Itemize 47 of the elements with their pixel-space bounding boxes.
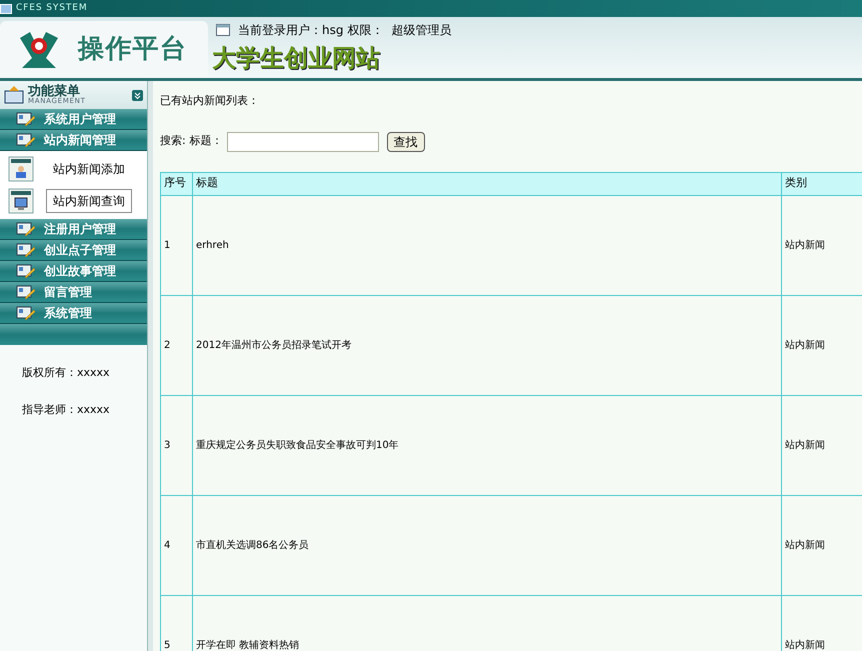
column-header: 类别 [782,172,862,195]
card-pencil-icon [16,221,36,237]
table-cell: erhreh [192,195,782,295]
window-icon [216,24,230,36]
table-cell: 2 [160,295,192,395]
search-button[interactable]: 查找 [386,132,425,152]
footer-text: 版权所有：xxxxx [22,365,111,381]
search-label: 标题： [190,133,223,150]
menu-item[interactable]: 创业故事管理 [0,261,147,282]
menu-item[interactable]: 系统用户管理 [0,109,147,130]
list-heading: 已有站内新闻列表： [160,93,260,109]
site-title: 大学生创业网站 [212,43,380,73]
submenu-link[interactable]: 站内新闻添加 [46,157,132,181]
menu-item[interactable]: 系统管理 [0,303,147,324]
table-cell: 1 [160,195,192,295]
brand-title: 操作平台 [78,33,188,66]
card-pencil-icon [16,263,36,279]
menu-box-icon [4,85,24,105]
menu-item[interactable]: 站内新闻管理 [0,130,147,151]
card-pencil-icon [16,132,36,148]
table-cell: 3 [160,395,192,495]
table-cell: 5 [160,595,192,651]
menu-item[interactable]: 留言管理 [0,282,147,303]
person-table-icon [8,156,34,182]
collapse-icon[interactable] [132,90,143,100]
window-title: CFES SYSTEM [16,2,88,15]
submenu-link[interactable]: 站内新闻查询 [46,189,132,213]
column-header: 标题 [192,172,782,195]
card-pencil-icon [16,111,36,127]
user-info: 当前登录用户：hsg 权限： [238,22,384,39]
menu-title: 功能菜单 [28,85,80,98]
user-role: 超级管理员 [391,22,452,39]
column-header: 序号 [160,172,192,195]
card-pencil-icon [16,305,36,321]
menu-item[interactable]: 创业点子管理 [0,240,147,261]
footer-text: 指导老师：xxxxx [22,402,111,418]
menu-item[interactable]: 注册用户管理 [0,219,147,240]
window-icon [0,2,12,14]
search-prefix: 搜索: [160,133,186,150]
card-pencil-icon [16,242,36,258]
table-cell: 4 [160,495,192,595]
card-pencil-icon [16,284,36,300]
title-search-field[interactable] [226,132,379,152]
monitor-table-icon [8,188,34,214]
table-cell: 市直机关选调86名公务员 [192,495,782,595]
table-cell: 2012年温州市公务员招录笔试开考 [192,295,782,395]
table-cell: 重庆规定公务员失职致食品安全事故可判10年 [192,395,782,495]
